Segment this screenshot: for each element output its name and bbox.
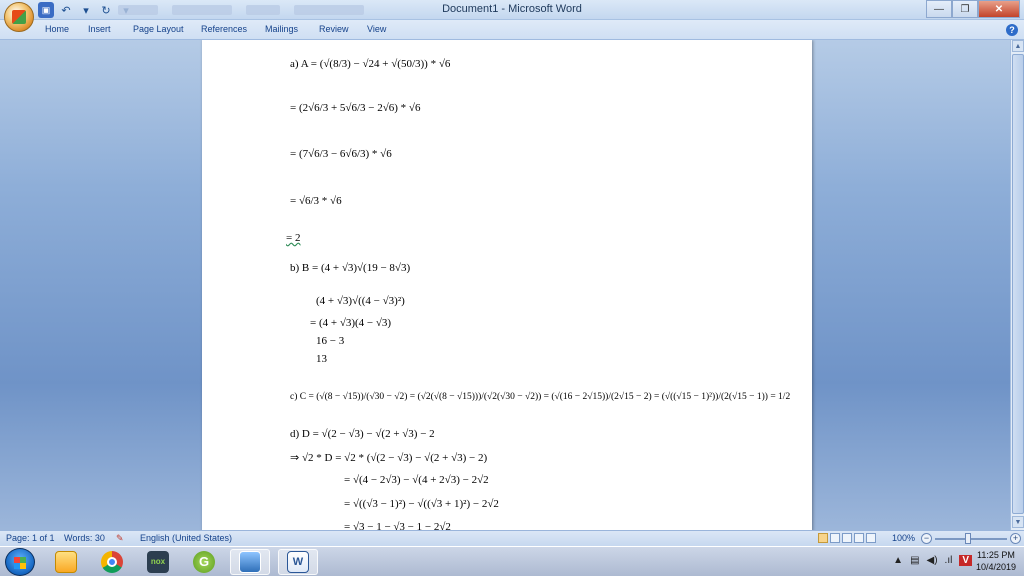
- math-line: = (7√6/3 − 6√6/3) * √6: [290, 148, 392, 160]
- restore-button[interactable]: ❐: [952, 0, 978, 18]
- math-line: = √6/3 * √6: [290, 195, 342, 207]
- volume-icon[interactable]: ◀): [927, 555, 938, 566]
- windows-logo-icon: [14, 557, 26, 569]
- minimize-button[interactable]: —: [926, 0, 952, 18]
- math-line: = (4 + √3)(4 − √3): [310, 317, 392, 329]
- word-taskbar-button[interactable]: W: [278, 549, 318, 575]
- math-line-d: d) D = √(2 − √3) − √(2 + √3) − 2: [290, 428, 435, 440]
- tab-insert[interactable]: Insert: [88, 24, 111, 34]
- math-line: = 2: [286, 232, 301, 244]
- view-buttons: [818, 533, 876, 543]
- window-title: Document1 - Microsoft Word: [442, 3, 582, 15]
- outline-icon[interactable]: [854, 533, 864, 543]
- network-icon[interactable]: ▤: [910, 555, 919, 566]
- zoom-level[interactable]: 100%: [892, 533, 915, 543]
- scroll-up-icon[interactable]: ▲: [1012, 40, 1024, 52]
- math-line: (4 + √3)√((4 − √3)²): [316, 295, 405, 307]
- web-layout-icon[interactable]: [842, 533, 852, 543]
- folder-icon: [55, 551, 77, 573]
- tab-mailings[interactable]: Mailings: [265, 24, 298, 34]
- status-bar: Page: 1 of 1 Words: 30 ✎ English (United…: [0, 530, 1024, 546]
- clock-date: 10/4/2019: [975, 562, 1016, 572]
- nox-icon: nox: [147, 551, 169, 573]
- math-line: = √(4 − 2√3) − √(4 + 2√3) − 2√2: [344, 474, 489, 486]
- vertical-scrollbar[interactable]: ▲ ▼: [1010, 40, 1024, 530]
- math-line: ⇒ √2 * D = √2 * (√(2 − √3) − √(2 + √3) −…: [290, 452, 488, 464]
- full-screen-reading-icon[interactable]: [830, 533, 840, 543]
- math-line-b: b) B = (4 + √3)√(19 − 8√3): [290, 262, 411, 274]
- app-taskbar-button[interactable]: G: [184, 549, 224, 575]
- system-tray: ▲ ▤ ◀) .ıl V: [893, 555, 972, 566]
- math-line: 16 − 3: [316, 335, 345, 347]
- close-button[interactable]: ✕: [978, 0, 1020, 18]
- language-indicator[interactable]: English (United States): [140, 533, 232, 543]
- word-icon: W: [287, 551, 309, 573]
- explorer-taskbar-button[interactable]: [46, 549, 86, 575]
- zoom-in-icon[interactable]: +: [1010, 533, 1021, 544]
- help-icon[interactable]: ?: [1006, 24, 1018, 36]
- tab-page-layout[interactable]: Page Layout: [133, 24, 184, 34]
- start-button[interactable]: [5, 548, 35, 576]
- chrome-icon: [101, 551, 123, 573]
- antivirus-icon[interactable]: V: [959, 555, 972, 566]
- page-count[interactable]: Page: 1 of 1: [6, 533, 55, 543]
- tab-home[interactable]: Home: [45, 24, 69, 34]
- tab-references[interactable]: References: [201, 24, 247, 34]
- document-workspace: a) A = (√(8/3) − √24 + √(50/3)) * √6 = (…: [0, 40, 1010, 530]
- office-button[interactable]: [4, 2, 34, 32]
- math-line: 13: [316, 353, 327, 365]
- scroll-down-icon[interactable]: ▼: [1012, 516, 1024, 528]
- show-hidden-icons-icon[interactable]: ▲: [893, 555, 903, 566]
- zoom-slider[interactable]: [935, 533, 1007, 544]
- tab-view[interactable]: View: [367, 24, 386, 34]
- nox-taskbar-button[interactable]: nox: [138, 549, 178, 575]
- math-line-c: c) C = (√(8 − √15))/(√30 − √2) = (√2(√(8…: [290, 392, 791, 402]
- green-app-icon: G: [193, 551, 215, 573]
- print-layout-icon[interactable]: [818, 533, 828, 543]
- zoom-out-icon[interactable]: −: [921, 533, 932, 544]
- math-line: = √3 − 1 − √3 − 1 − 2√2: [344, 521, 451, 530]
- signal-icon[interactable]: .ıl: [945, 555, 953, 566]
- ribbon-tabs: Home Insert Page Layout References Maili…: [0, 20, 1024, 40]
- document-page[interactable]: a) A = (√(8/3) − √24 + √(50/3)) * √6 = (…: [202, 40, 812, 530]
- taskbar: nox G W ▲ ▤ ◀) .ıl V 11:25 PM 10/4/2019: [0, 546, 1024, 576]
- clock[interactable]: 11:25 PM 10/4/2019: [976, 549, 1016, 573]
- proofing-icon[interactable]: ✎: [116, 533, 124, 544]
- word-count[interactable]: Words: 30: [64, 533, 105, 543]
- math-line: = √((√3 − 1)²) − √((√3 + 1)²) − 2√2: [344, 498, 499, 510]
- scrollbar-thumb[interactable]: [1012, 54, 1024, 514]
- tab-review[interactable]: Review: [319, 24, 349, 34]
- draft-icon[interactable]: [866, 533, 876, 543]
- image-icon: [239, 551, 261, 573]
- image-viewer-taskbar-button[interactable]: [230, 549, 270, 575]
- office-logo-icon: [12, 10, 26, 24]
- clock-time: 11:25 PM: [977, 550, 1015, 560]
- zoom-slider-knob[interactable]: [965, 533, 971, 544]
- chrome-taskbar-button[interactable]: [92, 549, 132, 575]
- math-line: = (2√6/3 + 5√6/3 − 2√6) * √6: [290, 102, 421, 114]
- title-bar: ▣ ↶ ▾ ↻ ▾ Document1 - Microsoft Word — ❐…: [0, 0, 1024, 32]
- window-controls: — ❐ ✕: [926, 0, 1020, 18]
- math-line-a: a) A = (√(8/3) − √24 + √(50/3)) * √6: [290, 58, 451, 70]
